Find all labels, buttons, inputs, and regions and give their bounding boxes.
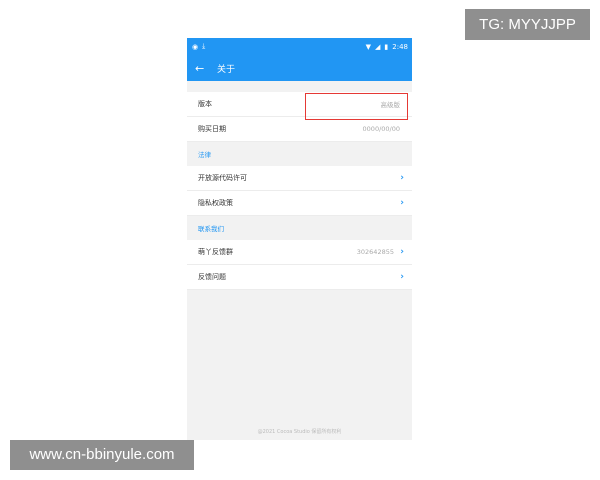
watermark-tg: TG: MYYJJPP [465,9,590,40]
section-header-legal: 法律 [187,142,412,166]
chevron-right-icon: › [400,198,404,208]
purchase-date-label: 购买日期 [198,125,226,133]
purchase-date-row[interactable]: 购买日期 0000/00/00 [187,117,412,142]
back-arrow-icon[interactable]: ← [195,62,213,75]
feedback-issue-row[interactable]: 反馈问题 › [187,265,412,290]
chevron-right-icon: › [400,173,404,183]
spacer [187,81,412,92]
page-title: 关于 [217,64,236,75]
chevron-right-icon: › [400,247,404,257]
highlight-box [305,93,408,120]
status-bar: ◉ ⤓ ▼ ◢ ▮ 2:48 [187,38,412,55]
feedback-group-row[interactable]: 萌丫反馈群 302642855 › [187,240,412,265]
phone-screen: ◉ ⤓ ▼ ◢ ▮ 2:48 ← 关于 版本 高级版 购买日期 0000/00/… [187,38,412,440]
feedback-issue-label: 反馈问题 [198,273,226,281]
battery-icon: ▮ [384,42,389,51]
feedback-group-label: 萌丫反馈群 [198,248,233,256]
copyright-footer: @2021 Cocoa Studio 保留所有权利 [257,429,342,435]
privacy-policy-row[interactable]: 隐私权政策 › [187,191,412,216]
wifi-icon: ▼ [365,42,372,51]
download-icon: ⤓ [202,42,206,50]
open-source-licenses-label: 开放源代码许可 [198,174,247,182]
feedback-group-number: 302642855 [356,248,394,256]
notification-icon: ◉ [192,42,199,51]
chevron-right-icon: › [400,272,404,282]
status-time: 2:48 [392,42,408,51]
app-bar: ← 关于 [187,55,412,81]
watermark-url: www.cn-bbinyule.com [10,440,194,470]
section-header-contact: 联系我们 [187,216,412,240]
privacy-policy-label: 隐私权政策 [198,199,233,207]
open-source-licenses-row[interactable]: 开放源代码许可 › [187,166,412,191]
purchase-date-value: 0000/00/00 [362,125,400,133]
signal-icon: ◢ [375,42,381,51]
